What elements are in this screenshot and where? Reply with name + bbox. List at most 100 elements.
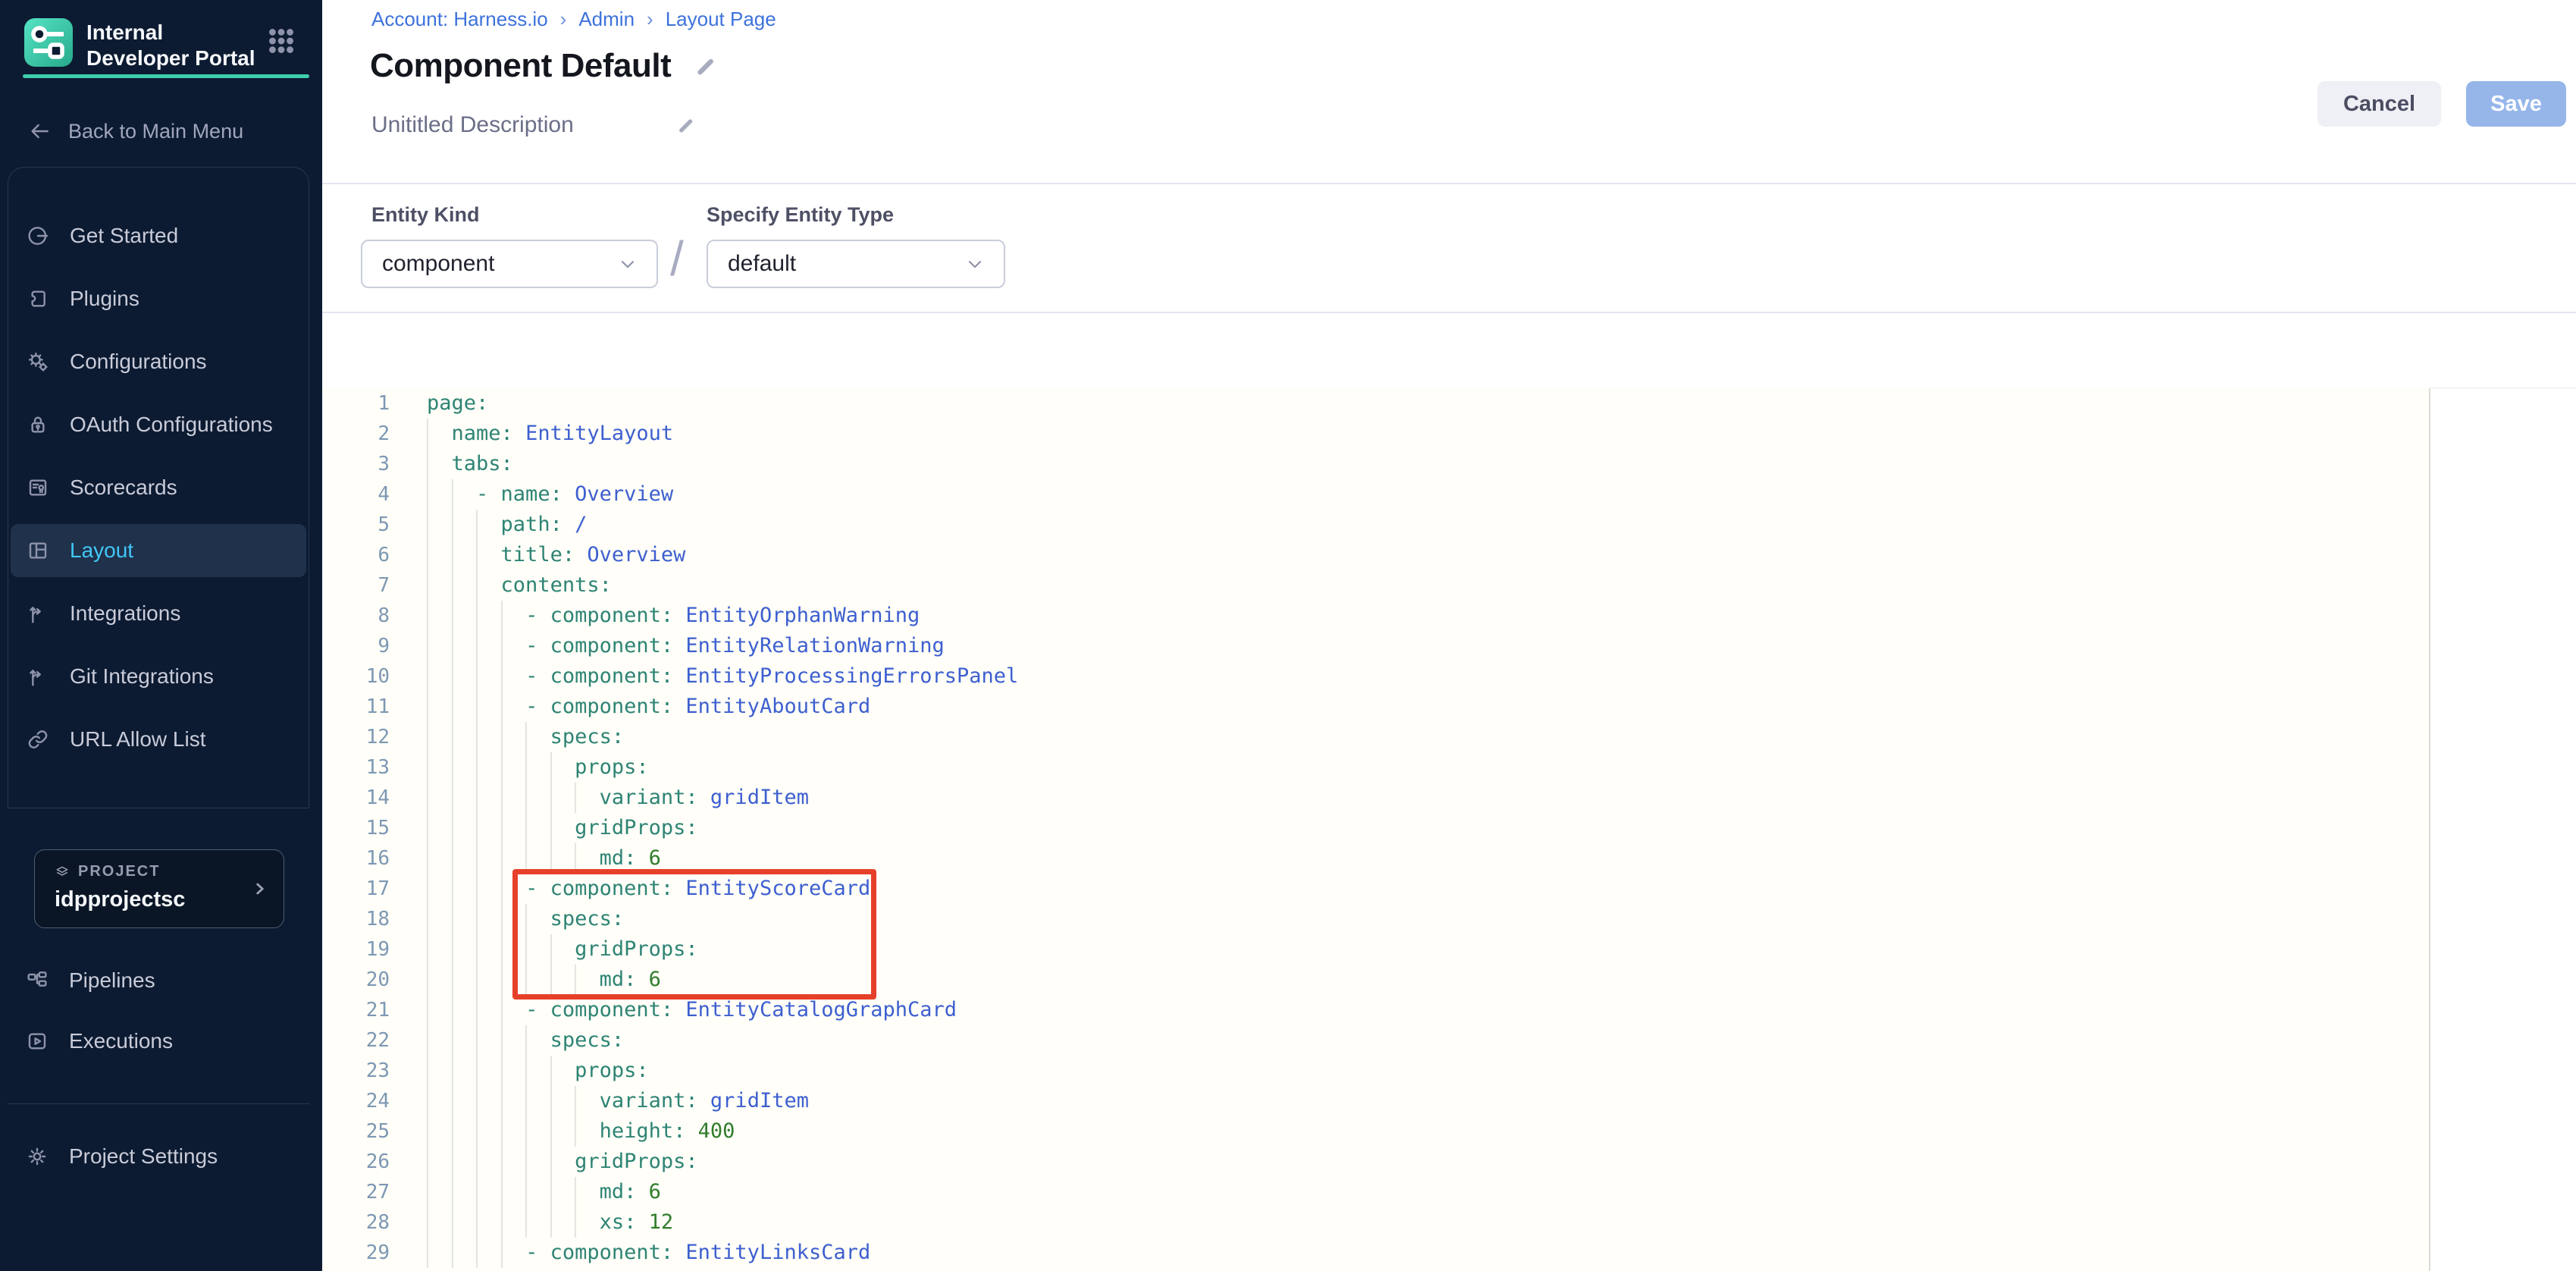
breadcrumb-separator: ›	[647, 8, 653, 31]
code-line[interactable]: 21 - component: EntityCatalogGraphCard	[322, 995, 2429, 1025]
link-icon	[26, 727, 50, 752]
pipelines-icon	[25, 968, 49, 993]
entity-type-select[interactable]: default	[707, 240, 1005, 288]
code-line[interactable]: 12 specs:	[322, 722, 2429, 752]
code-line[interactable]: 4 - name: Overview	[322, 479, 2429, 510]
sidebar-item-label: Get Started	[70, 224, 178, 248]
line-number: 10	[322, 661, 409, 692]
chevron-down-icon	[964, 253, 986, 275]
code-text: md: 6	[409, 1177, 661, 1207]
line-number: 22	[322, 1025, 409, 1056]
main-content: Account: Harness.io›Admin›Layout Page Co…	[322, 0, 2576, 1271]
sidebar-item-label: Configurations	[70, 350, 207, 374]
project-selector[interactable]: PROJECT idpprojectsc	[34, 849, 284, 928]
code-line[interactable]: 28 xs: 12	[322, 1207, 2429, 1238]
entity-type-value: default	[728, 251, 964, 277]
code-line[interactable]: 13 props:	[322, 752, 2429, 783]
sidebar-item-pipelines[interactable]: Pipelines	[10, 954, 307, 1007]
header-divider	[322, 183, 2576, 184]
code-text: - component: EntityLinksCard	[409, 1238, 870, 1268]
sidebar-item-url-allow-list[interactable]: URL Allow List	[11, 713, 306, 766]
save-button[interactable]: Save	[2466, 81, 2566, 127]
line-number: 16	[322, 843, 409, 874]
yaml-editor[interactable]: 1page:2 name: EntityLayout3 tabs:4 - nam…	[322, 388, 2430, 1271]
code-line[interactable]: 6 title: Overview	[322, 540, 2429, 570]
line-number: 26	[322, 1147, 409, 1177]
app-logo-icon	[24, 18, 73, 67]
sidebar-divider	[8, 1103, 309, 1104]
code-line[interactable]: 23 props:	[322, 1056, 2429, 1086]
sidebar-item-scorecards[interactable]: Scorecards	[11, 461, 306, 514]
code-line[interactable]: 22 specs:	[322, 1025, 2429, 1056]
line-number: 20	[322, 965, 409, 995]
breadcrumb-item[interactable]: Account: Harness.io	[371, 8, 548, 31]
code-line[interactable]: 9 - component: EntityRelationWarning	[322, 631, 2429, 661]
layout-icon	[26, 538, 50, 563]
code-line[interactable]: 5 path: /	[322, 510, 2429, 540]
sidebar-item-git-integrations[interactable]: Git Integrations	[11, 650, 306, 703]
executions-icon	[25, 1029, 49, 1053]
gears-icon	[26, 350, 50, 374]
code-text: path: /	[409, 510, 587, 540]
code-line[interactable]: 24 variant: gridItem	[322, 1086, 2429, 1116]
line-number: 28	[322, 1207, 409, 1238]
sidebar-item-get-started[interactable]: Get Started	[11, 209, 306, 262]
module-grid-icon[interactable]	[268, 27, 295, 55]
entity-kind-select[interactable]: component	[361, 240, 658, 288]
cancel-button[interactable]: Cancel	[2317, 81, 2441, 127]
sidebar-item-executions[interactable]: Executions	[10, 1015, 307, 1068]
line-number: 19	[322, 934, 409, 965]
edit-description-pencil-icon[interactable]	[675, 114, 697, 137]
sidebar-item-label: URL Allow List	[70, 727, 205, 752]
gear-icon	[25, 1144, 49, 1169]
chevron-down-icon	[617, 253, 638, 275]
line-number: 14	[322, 783, 409, 813]
code-text: page:	[409, 388, 488, 419]
sidebar-item-project-settings[interactable]: Project Settings	[10, 1130, 307, 1183]
branch-icon	[26, 601, 50, 626]
code-line[interactable]: 25 height: 400	[322, 1116, 2429, 1147]
code-text: - component: EntityOrphanWarning	[409, 601, 920, 631]
edit-title-pencil-icon[interactable]	[692, 52, 719, 80]
breadcrumb-item[interactable]: Admin	[578, 8, 635, 31]
code-line[interactable]: 3 tabs:	[322, 449, 2429, 479]
code-text: specs:	[409, 1025, 624, 1056]
app-logo-row: Internal Developer Portal	[24, 18, 261, 71]
code-text: - component: EntityProcessingErrorsPanel	[409, 661, 1018, 692]
sidebar-item-label: Layout	[70, 538, 133, 563]
code-line[interactable]: 8 - component: EntityOrphanWarning	[322, 601, 2429, 631]
back-to-main-menu[interactable]: Back to Main Menu	[27, 114, 243, 149]
code-line[interactable]: 7 contents:	[322, 570, 2429, 601]
code-text: variant: gridItem	[409, 783, 809, 813]
sidebar-item-oauth-configurations[interactable]: OAuth Configurations	[11, 398, 306, 451]
line-number: 23	[322, 1056, 409, 1086]
line-number: 27	[322, 1177, 409, 1207]
scorecard-icon	[26, 475, 50, 500]
code-line[interactable]: 1page:	[322, 388, 2429, 419]
code-line[interactable]: 27 md: 6	[322, 1177, 2429, 1207]
sidebar-nav: Get Started Plugins Configurations OAuth Co…	[8, 167, 309, 808]
code-line[interactable]: 29 - component: EntityLinksCard	[322, 1238, 2429, 1268]
code-text: gridProps:	[409, 813, 698, 843]
sidebar-item-integrations[interactable]: Integrations	[11, 587, 306, 640]
line-number: 7	[322, 570, 409, 601]
sidebar-item-plugins[interactable]: Plugins	[11, 272, 306, 325]
breadcrumb-item[interactable]: Layout Page	[666, 8, 776, 31]
code-line[interactable]: 10 - component: EntityProcessingErrorsPa…	[322, 661, 2429, 692]
sidebar-item-configurations[interactable]: Configurations	[11, 335, 306, 388]
code-line[interactable]: 26 gridProps:	[322, 1147, 2429, 1177]
code-line[interactable]: 14 variant: gridItem	[322, 783, 2429, 813]
code-text: props:	[409, 752, 649, 783]
code-line[interactable]: 2 name: EntityLayout	[322, 419, 2429, 449]
line-number: 15	[322, 813, 409, 843]
get-started-icon	[26, 224, 50, 248]
line-number: 29	[322, 1238, 409, 1268]
code-text: - component: EntityAboutCard	[409, 692, 870, 722]
code-line[interactable]: 11 - component: EntityAboutCard	[322, 692, 2429, 722]
yaml-highlight-box	[512, 869, 876, 1000]
line-number: 6	[322, 540, 409, 570]
project-name: idpprojectsc	[55, 887, 268, 912]
line-number: 24	[322, 1086, 409, 1116]
sidebar-item-layout[interactable]: Layout	[11, 524, 306, 577]
code-line[interactable]: 15 gridProps:	[322, 813, 2429, 843]
